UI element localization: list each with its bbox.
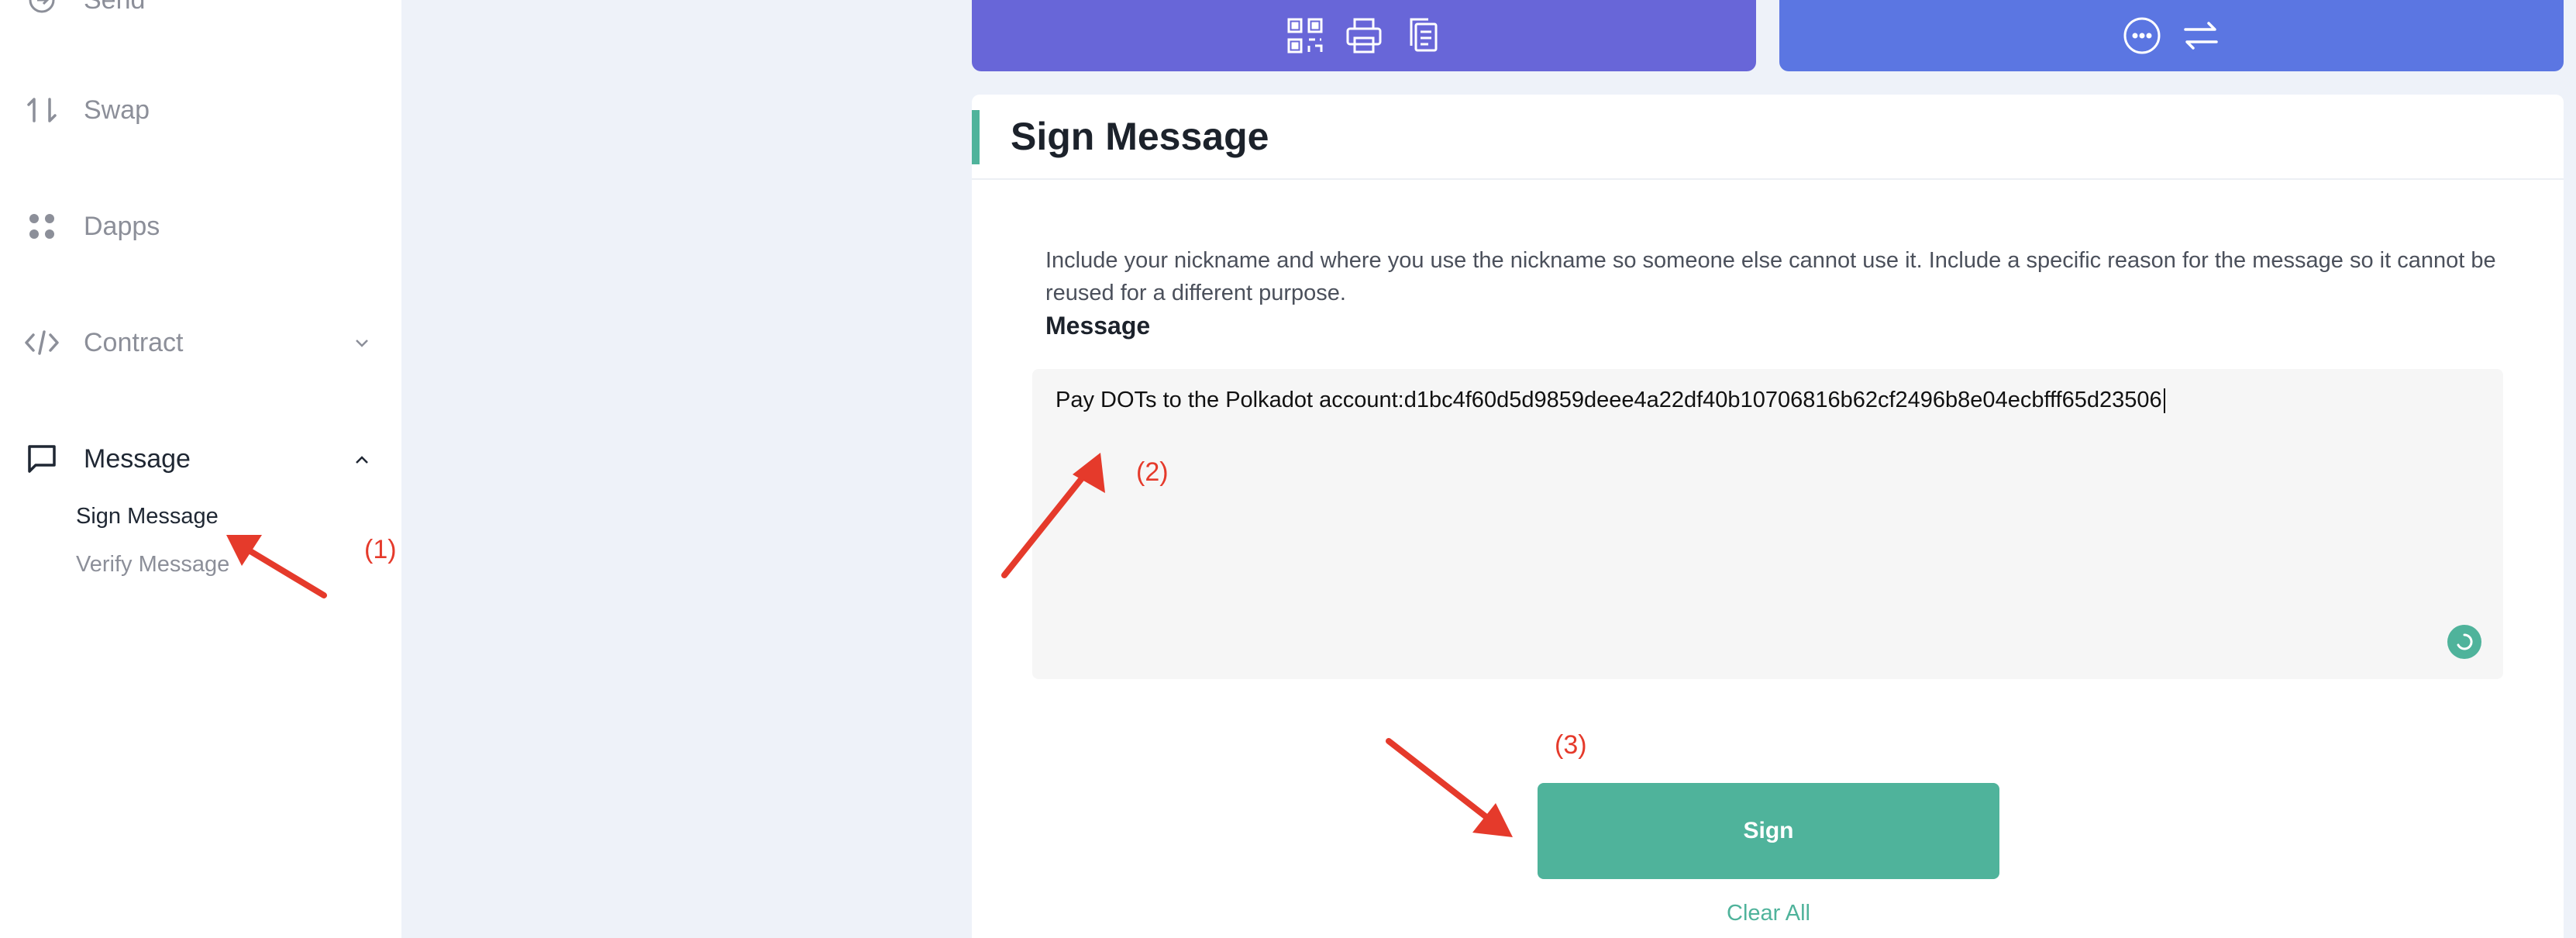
panel-header: Sign Message	[972, 95, 2564, 180]
sidebar-item-label: Send	[84, 0, 145, 16]
annotation-label-1: (1)	[364, 535, 397, 564]
message-value[interactable]: Pay DOTs to the Polkadot account:d1bc4f6…	[1056, 388, 2165, 413]
wallet-card-left	[972, 0, 1756, 71]
dapps-icon	[23, 208, 60, 245]
qr-code-icon[interactable]	[1285, 16, 1325, 56]
sidebar-subitem-sign-message[interactable]: Sign Message	[76, 504, 219, 529]
transfer-icon[interactable]	[2181, 16, 2221, 56]
message-textarea[interactable]: Pay DOTs to the Polkadot account:d1bc4f6…	[1032, 369, 2503, 679]
sidebar-subitem-verify-message[interactable]: Verify Message	[76, 552, 229, 578]
message-icon	[23, 440, 60, 478]
more-icon[interactable]	[2122, 16, 2162, 56]
annotation-label-3: (3)	[1555, 730, 1587, 760]
clear-all-link[interactable]: Clear All	[1538, 901, 1999, 926]
printer-icon[interactable]	[1344, 16, 1384, 56]
sidebar-item-dapps[interactable]: Dapps	[23, 203, 160, 250]
page-title: Sign Message	[1011, 115, 1269, 158]
sidebar-item-label: Dapps	[84, 211, 160, 241]
grammar-check-icon[interactable]	[2447, 625, 2481, 659]
sidebar-item-label: Contract	[84, 327, 184, 357]
chevron-up-icon[interactable]	[353, 451, 370, 468]
swap-icon	[23, 91, 60, 129]
message-label: Message	[1045, 312, 1151, 340]
chevron-down-icon[interactable]	[353, 335, 370, 352]
sidebar-item-swap[interactable]: Swap	[23, 87, 150, 133]
sidebar-item-contract[interactable]: Contract	[23, 319, 184, 366]
code-icon	[23, 324, 60, 361]
sidebar: Send Swap Dapps Contract Message Sign Me…	[0, 0, 401, 938]
sidebar-item-label: Message	[84, 443, 191, 474]
sidebar-item-label: Swap	[84, 95, 150, 125]
sidebar-item-message[interactable]: Message	[23, 436, 191, 482]
instruction-text: Include your nickname and where you use …	[1045, 248, 2496, 305]
copy-icon[interactable]	[1403, 16, 1443, 56]
accent-bar	[972, 110, 980, 164]
wallet-card-right	[1779, 0, 2564, 71]
sign-message-panel: Sign Message Include your nickname and w…	[972, 95, 2564, 938]
send-icon	[23, 0, 60, 19]
annotation-label-2: (2)	[1136, 457, 1169, 487]
sidebar-item-send[interactable]: Send	[23, 0, 145, 23]
sign-button[interactable]: Sign	[1538, 783, 1999, 879]
